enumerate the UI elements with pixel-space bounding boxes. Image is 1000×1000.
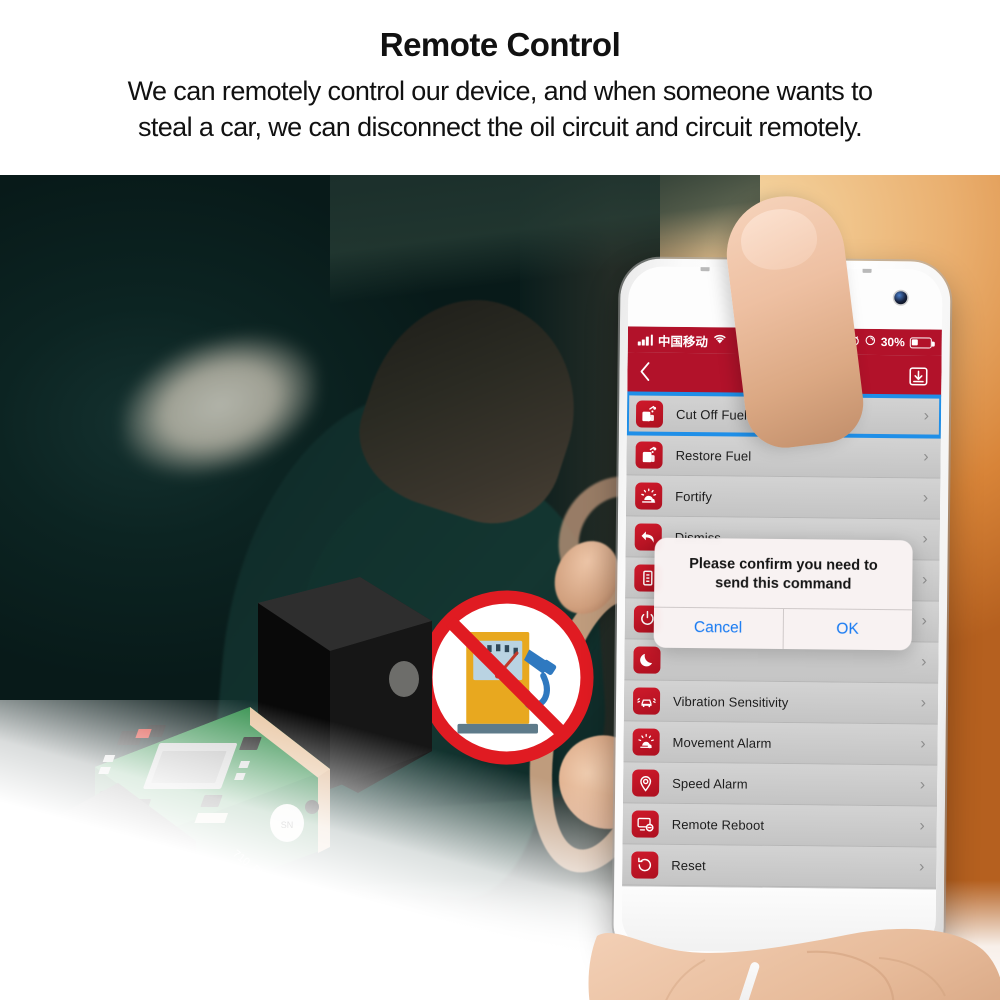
download-icon bbox=[909, 366, 928, 386]
monitor-reboot-icon bbox=[631, 809, 659, 838]
list-item-label: Vibration Sensitivity bbox=[672, 693, 789, 710]
chevron-right-icon: › bbox=[921, 612, 927, 630]
back-button[interactable] bbox=[639, 361, 667, 385]
list-item-label: Cut Off Fuel bbox=[675, 406, 748, 423]
product-photo-scene: SN 710_PWR_V2.6 bbox=[0, 175, 1000, 1000]
list-item-movement-alarm[interactable]: Movement Alarm › bbox=[623, 721, 938, 766]
subtitle-line-2: steal a car, we can disconnect the oil c… bbox=[137, 111, 863, 142]
product-marketing-page: Remote Control We can remotely control o… bbox=[0, 0, 1000, 1000]
list-item-label: Remote Reboot bbox=[671, 816, 765, 833]
car-vibration-icon bbox=[632, 686, 661, 715]
chevron-right-icon: › bbox=[919, 817, 925, 835]
page-title: Remote Control bbox=[379, 26, 621, 63]
carrier-label: 中国移动 bbox=[657, 334, 709, 349]
confirm-dialog: Please confirm you need to send this com… bbox=[653, 537, 913, 651]
chevron-right-icon: › bbox=[920, 735, 926, 753]
chevron-right-icon: › bbox=[920, 694, 927, 712]
chevron-right-icon: › bbox=[919, 776, 926, 794]
battery-icon bbox=[909, 336, 932, 349]
thumbnail bbox=[737, 204, 821, 274]
status-bar-left: 中国移动 bbox=[637, 330, 727, 350]
dialog-buttons: Cancel OK bbox=[653, 606, 913, 651]
dialog-message: Please confirm you need to send this com… bbox=[689, 556, 878, 593]
rotation-lock-icon bbox=[865, 335, 876, 349]
front-camera bbox=[894, 291, 908, 305]
siren-fortify-icon bbox=[635, 481, 663, 510]
location-pin-icon bbox=[632, 768, 660, 797]
download-button[interactable] bbox=[907, 365, 929, 387]
battery-percent-label: 30% bbox=[880, 335, 905, 350]
movement-alarm-bell-icon bbox=[632, 727, 660, 756]
cancel-button[interactable]: Cancel bbox=[653, 607, 784, 650]
antenna-line-left bbox=[700, 266, 710, 272]
restore-fuel-icon bbox=[635, 440, 663, 469]
list-item-label: Speed Alarm bbox=[672, 775, 748, 792]
header-text-block: Remote Control We can remotely control o… bbox=[0, 0, 1000, 175]
moon-icon bbox=[633, 645, 661, 674]
list-item-label: Fortify bbox=[675, 488, 713, 504]
chevron-right-icon: › bbox=[921, 653, 927, 671]
list-item-fortify[interactable]: Fortify › bbox=[625, 475, 941, 520]
subtitle-line-1: We can remotely control our device, and … bbox=[127, 76, 873, 106]
antenna-line-right bbox=[862, 267, 872, 273]
ok-button[interactable]: OK bbox=[783, 609, 912, 650]
cut-off-fuel-icon bbox=[635, 399, 664, 428]
chevron-right-icon: › bbox=[923, 448, 929, 466]
settings-list: Cut Off Fuel › Restore Fuel › Fortify › … bbox=[622, 391, 942, 890]
list-item-speed-alarm[interactable]: Speed Alarm › bbox=[622, 762, 938, 807]
chevron-right-icon: › bbox=[922, 530, 928, 548]
smartphone-mockup: 中国移动 09:36 bbox=[588, 189, 1000, 1000]
chevron-right-icon: › bbox=[923, 407, 930, 425]
list-item-label: Movement Alarm bbox=[672, 734, 772, 751]
hand-holding-phone bbox=[579, 840, 1000, 1000]
list-item-vibration-sensitivity[interactable]: Vibration Sensitivity › bbox=[623, 680, 939, 725]
signal-bars-icon bbox=[637, 334, 654, 346]
chevron-right-icon: › bbox=[922, 489, 929, 507]
chevron-right-icon: › bbox=[921, 571, 928, 589]
status-bar-right: 30% bbox=[849, 335, 932, 350]
wifi-icon bbox=[713, 333, 727, 347]
page-subtitle: We can remotely control our device, and … bbox=[0, 74, 1000, 145]
chevron-left-icon bbox=[640, 361, 650, 381]
list-item-label: Restore Fuel bbox=[675, 447, 752, 464]
